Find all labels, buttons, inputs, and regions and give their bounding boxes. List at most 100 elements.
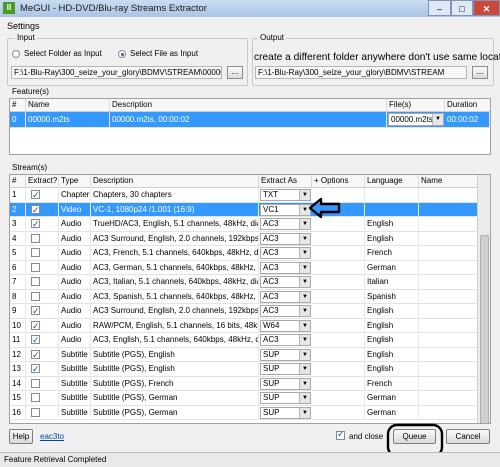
stream-name[interactable] — [419, 246, 479, 260]
stream-name[interactable] — [419, 333, 479, 347]
stream-extract-as-dropdown[interactable]: AC3 ▼ — [260, 232, 311, 245]
stream-extract-as-dropdown[interactable]: AC3 ▼ — [260, 218, 311, 230]
stream-extract-as-dropdown[interactable]: TXT ▼ — [260, 189, 311, 201]
stream-extract-checkbox[interactable] — [31, 291, 40, 301]
stream-row[interactable]: 9 AudioAC3 Surround, English, 2.0 channel… — [10, 304, 479, 319]
stream-num: 7 — [10, 275, 26, 289]
stream-row[interactable]: 2 VideoVC-1, 1080p24 /1.001 (16:9)VC1▼ — [10, 202, 479, 217]
and-close-checkbox[interactable] — [336, 429, 345, 440]
stream-extract-checkbox[interactable] — [31, 333, 40, 347]
stream-name[interactable] — [419, 231, 479, 246]
stream-language: German — [365, 405, 419, 420]
stream-row[interactable]: 5 Audio AC3, French, 5.1 channels, 640kbps… — [10, 246, 479, 261]
close-window-button[interactable]: ✕ — [473, 0, 500, 16]
stream-extract-as-dropdown[interactable]: VC1 ▼ — [260, 203, 311, 216]
select-file-radio[interactable] — [118, 50, 126, 58]
feature-file-dropdown[interactable]: 00000.m2ts ▼ — [388, 113, 444, 126]
stream-row[interactable]: 11 AudioAC3, English, 5.1 channels, 640kb… — [10, 333, 479, 348]
stream-extract-checkbox[interactable] — [31, 262, 40, 272]
stream-options[interactable] — [312, 260, 365, 275]
help-button[interactable]: Help — [9, 429, 33, 444]
stream-options[interactable] — [312, 275, 365, 289]
scroll-thumb[interactable] — [480, 235, 489, 423]
feature-row[interactable]: 0 00000.m2ts 00000.m2ts, 00:00:02 00000.… — [10, 112, 490, 128]
stream-extract-checkbox[interactable] — [31, 188, 40, 202]
stream-options[interactable] — [312, 304, 365, 318]
stream-extract-as-dropdown[interactable]: SUP ▼ — [260, 392, 311, 404]
stream-extract-checkbox[interactable] — [31, 348, 40, 362]
stream-options[interactable] — [312, 391, 365, 405]
input-browse-button[interactable]: ... — [227, 66, 243, 79]
stream-extract-checkbox[interactable] — [31, 304, 40, 318]
stream-row[interactable]: 10 AudioRAW/PCM, English, 5.1 channels, 1… — [10, 318, 479, 333]
stream-extract-checkbox[interactable] — [31, 378, 40, 388]
stream-name[interactable] — [419, 405, 479, 420]
stream-name[interactable] — [419, 275, 479, 289]
output-path-field[interactable]: F:\1-Blu-Ray\300_seize_your_glory\BDMV\S… — [255, 66, 467, 79]
stream-extract-checkbox[interactable] — [31, 277, 40, 286]
maximize-button[interactable]: □ — [451, 0, 473, 16]
stream-options[interactable] — [312, 333, 365, 347]
stream-row[interactable]: 15 Subtitle Subtitle (PGS), German SUP ▼ Germ… — [10, 391, 479, 406]
stream-row[interactable]: 1 ChapterChapters, 30 chaptersTXT▼ — [10, 188, 479, 203]
stream-extract-checkbox[interactable] — [31, 407, 40, 417]
stream-name[interactable] — [419, 217, 479, 231]
stream-row[interactable]: 14 Subtitle Subtitle (PGS), French SUP ▼ Fren… — [10, 376, 479, 391]
stream-extract-checkbox[interactable] — [31, 319, 40, 333]
stream-name[interactable] — [419, 188, 479, 202]
stream-extract-as-dropdown[interactable]: AC3 ▼ — [260, 334, 311, 346]
stream-row[interactable]: 13 SubtitleSubtitle (PGS), English SUP ▼ Eng… — [10, 362, 479, 377]
eac3to-link[interactable]: eac3to — [40, 432, 64, 441]
streams-scrollbar[interactable] — [477, 175, 490, 423]
output-browse-button[interactable]: ... — [472, 66, 488, 79]
stream-name[interactable] — [419, 260, 479, 275]
stream-name[interactable] — [419, 289, 479, 304]
cancel-button[interactable]: Cancel — [446, 429, 490, 444]
stream-extract-checkbox[interactable] — [31, 248, 40, 257]
stream-extract-as-dropdown[interactable]: W64 ▼ — [260, 319, 311, 332]
stream-row[interactable]: 4 Audio AC3 Surround, English, 2.0 channel… — [10, 231, 479, 246]
input-path-field[interactable]: F:\1-Blu-Ray\300_seize_your_glory\BDMV\S… — [11, 66, 222, 79]
stream-extract-as-dropdown[interactable]: SUP ▼ — [260, 406, 311, 419]
stream-extract-checkbox[interactable] — [31, 393, 40, 402]
stream-name[interactable] — [419, 347, 479, 362]
stream-extract-as-dropdown[interactable]: AC3 ▼ — [260, 247, 311, 259]
stream-name[interactable] — [419, 391, 479, 405]
stream-row[interactable]: 3 AudioTrueHD/AC3, English, 5.1 channels,… — [10, 217, 479, 232]
stream-name[interactable] — [419, 304, 479, 318]
stream-options[interactable] — [312, 289, 365, 304]
stream-options[interactable] — [312, 362, 365, 376]
stream-extract-checkbox[interactable] — [31, 203, 40, 217]
stream-row[interactable]: 16 Subtitle Subtitle (PGS), German SUP ▼ Germ… — [10, 405, 479, 420]
stream-extract-as-dropdown[interactable]: SUP ▼ — [260, 363, 311, 375]
stream-options[interactable] — [312, 405, 365, 420]
stream-extract-as-dropdown[interactable]: SUP ▼ — [260, 348, 311, 361]
stream-extract-as-dropdown[interactable]: AC3 ▼ — [260, 276, 311, 288]
stream-options[interactable] — [312, 217, 365, 231]
stream-name[interactable] — [419, 318, 479, 333]
stream-extract-as-dropdown[interactable]: SUP ▼ — [260, 377, 311, 390]
select-folder-radio[interactable] — [12, 50, 20, 58]
stream-row[interactable]: 8 Audio AC3, Spanish, 5.1 channels, 640kbp… — [10, 289, 479, 304]
stream-extract-checkbox[interactable] — [31, 362, 40, 376]
feature-name: 00000.m2ts — [26, 112, 110, 127]
stream-extract-as-dropdown[interactable]: AC3 ▼ — [260, 305, 311, 317]
stream-options[interactable] — [312, 231, 365, 246]
stream-row[interactable]: 6 Audio AC3, German, 5.1 channels, 640kbps… — [10, 260, 479, 275]
app-icon: II — [3, 2, 15, 14]
stream-extract-as-dropdown[interactable]: AC3 ▼ — [260, 290, 311, 303]
stream-options[interactable] — [312, 246, 365, 260]
stream-name[interactable] — [419, 362, 479, 376]
stream-row[interactable]: 12 SubtitleSubtitle (PGS), English SUP ▼ Eng… — [10, 347, 479, 362]
stream-language: English — [365, 231, 419, 246]
stream-extract-checkbox[interactable] — [31, 233, 40, 243]
stream-options[interactable] — [312, 376, 365, 391]
stream-row[interactable]: 7 Audio AC3, Italian, 5.1 channels, 640kbp… — [10, 275, 479, 290]
stream-options[interactable] — [312, 347, 365, 362]
stream-name[interactable] — [419, 376, 479, 391]
stream-name[interactable] — [419, 202, 479, 217]
stream-extract-as-dropdown[interactable]: AC3 ▼ — [260, 261, 311, 274]
minimize-button[interactable]: – — [428, 0, 451, 16]
stream-extract-checkbox[interactable] — [31, 217, 40, 231]
stream-options[interactable] — [312, 318, 365, 333]
